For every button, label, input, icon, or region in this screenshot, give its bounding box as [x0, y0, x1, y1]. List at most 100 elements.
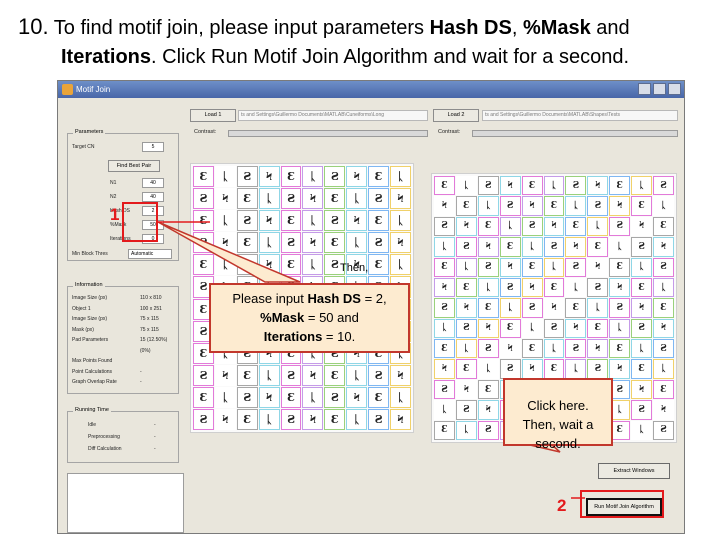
motif-thumbnail: Ɛ: [280, 254, 302, 276]
motif-thumbnail: Ϟ: [390, 232, 411, 254]
motif-thumbnail: Ɛ: [631, 359, 653, 379]
motif-thumbnail: Ϟ: [521, 196, 543, 216]
parameter-input[interactable]: 40: [142, 178, 164, 188]
motif-thumbnail: ᚳ: [631, 420, 653, 440]
motif-thumbnail: Ɛ: [236, 408, 258, 430]
motif-thumbnail: Ɛ: [455, 196, 477, 216]
motif-thumbnail: Ƨ: [236, 166, 258, 188]
motif-thumbnail: ᚳ: [346, 364, 368, 386]
contrast-slider-2[interactable]: [472, 130, 678, 137]
motif-thumbnail: Ƨ: [368, 232, 390, 254]
motif-thumbnail: Ƨ: [543, 318, 565, 339]
motif-thumbnail: Ɛ: [653, 379, 674, 400]
motif-thumbnail: Ϟ: [477, 400, 499, 420]
motif-thumbnail: Ɛ: [477, 298, 499, 318]
motif-thumbnail: Ƨ: [587, 359, 609, 379]
window-titlebar: Motif Join: [58, 81, 684, 98]
motif-thumbnail: Ϟ: [434, 196, 455, 216]
motif-thumbnail: Ɛ: [653, 298, 674, 318]
motif-thumbnail: ᚳ: [455, 176, 477, 196]
motif-thumbnail: Ϟ: [258, 210, 280, 232]
motif-thumbnail: Ƨ: [324, 166, 346, 188]
motif-thumbnail: Ϟ: [477, 318, 499, 339]
motif-thumbnail: Ϟ: [214, 408, 236, 430]
motif-thumbnail: Ɛ: [653, 216, 674, 237]
load-2-button[interactable]: Load 2: [433, 109, 479, 122]
motif-thumbnail: Ϟ: [214, 232, 236, 254]
window-title: Motif Join: [76, 85, 111, 94]
motif-thumbnail: Ƨ: [193, 408, 214, 430]
info-label: Image Size (px): [72, 316, 108, 322]
motif-thumbnail: Ϟ: [521, 277, 543, 298]
motif-thumbnail: Ϟ: [258, 166, 280, 188]
motif-thumbnail: Ϟ: [477, 237, 499, 257]
info-value: 75 x 115: [140, 326, 159, 333]
extract-windows-button[interactable]: Extract Windows: [598, 463, 670, 479]
running-time-label: Idle: [88, 422, 97, 428]
motif-thumbnail: ᚳ: [609, 237, 631, 257]
motif-thumbnail: Ɛ: [236, 188, 258, 210]
motif-thumbnail: Ɛ: [280, 386, 302, 408]
motif-thumbnail: Ϟ: [390, 408, 411, 430]
motif-thumbnail: Ƨ: [477, 339, 499, 359]
motif-thumbnail: Ϟ: [258, 254, 280, 276]
motif-thumbnail: ᚳ: [477, 359, 499, 379]
info-label: Point Calculations: [72, 368, 113, 375]
motif-thumbnail: Ƨ: [280, 364, 302, 386]
motif-thumbnail: ᚳ: [543, 257, 565, 277]
contrast-label-2: Contrast:: [438, 129, 461, 135]
motif-thumbnail: ᚳ: [631, 176, 653, 196]
contrast-slider-1[interactable]: [228, 130, 428, 137]
motif-thumbnail: Ƨ: [653, 176, 674, 196]
parameter-input[interactable]: 40: [142, 192, 164, 202]
motif-thumbnail: Ɛ: [368, 254, 390, 276]
parameters-panel-title: Parameters: [73, 129, 106, 135]
motif-thumbnail: Ϟ: [434, 359, 455, 379]
path-field-2[interactable]: ts and Settings\Guillermo Documents\MATL…: [482, 110, 678, 121]
motif-thumbnail: Ϟ: [609, 359, 631, 379]
motif-thumbnail: Ƨ: [609, 216, 631, 237]
motif-thumbnail: Ƨ: [434, 216, 455, 237]
motif-thumbnail: Ƨ: [653, 339, 674, 359]
motif-thumbnail: Ɛ: [521, 339, 543, 359]
motif-thumbnail: ᚳ: [455, 420, 477, 440]
motif-thumbnail: ᚳ: [434, 318, 455, 339]
load-1-button[interactable]: Load 1: [190, 109, 236, 122]
info-label: Mask (px): [72, 326, 94, 333]
motif-thumbnail: Ƨ: [477, 420, 499, 440]
min-block-threshold-select[interactable]: Automatic: [128, 249, 172, 259]
close-icon[interactable]: [668, 83, 681, 95]
motif-thumbnail: Ɛ: [631, 196, 653, 216]
motif-thumbnail: ᚳ: [346, 232, 368, 254]
motif-thumbnail: Ϟ: [631, 379, 653, 400]
motif-thumbnail: Ϟ: [543, 298, 565, 318]
motif-thumbnail: Ƨ: [631, 318, 653, 339]
motif-thumbnail: Ɛ: [434, 176, 455, 196]
info-label: Pad Parameters: [72, 337, 109, 343]
motif-thumbnail: ᚳ: [499, 216, 521, 237]
target-cn-input[interactable]: 5: [142, 142, 164, 152]
minimize-icon[interactable]: [638, 83, 651, 95]
motif-thumbnail: Ϟ: [521, 359, 543, 379]
motif-thumbnail: Ϟ: [214, 188, 236, 210]
motif-thumbnail: ᚳ: [346, 408, 368, 430]
motif-thumbnail: Ϟ: [587, 257, 609, 277]
maximize-icon[interactable]: [653, 83, 666, 95]
motif-thumbnail: ᚳ: [258, 188, 280, 210]
motif-thumbnail: ᚳ: [455, 257, 477, 277]
motif-thumbnail: Ϟ: [631, 216, 653, 237]
marker-2: 2: [557, 496, 567, 515]
find-best-pair-button[interactable]: Find Best Pair: [108, 160, 160, 172]
motif-thumbnail: Ƨ: [631, 400, 653, 420]
motif-thumbnail: Ƨ: [653, 420, 674, 440]
motif-thumbnail: ᚳ: [302, 166, 324, 188]
motif-thumbnail: Ϟ: [653, 318, 674, 339]
motif-thumbnail: Ϟ: [390, 188, 411, 210]
motif-thumbnail: ᚳ: [653, 359, 674, 379]
path-field-1[interactable]: ts and Settings\Guillermo Documents\MATL…: [238, 110, 428, 121]
motif-thumbnail: Ƨ: [193, 232, 214, 254]
motif-thumbnail: Ϟ: [302, 232, 324, 254]
instruction-callout-1: Please input Hash DS = 2, %Mask = 50 and…: [209, 283, 410, 353]
motif-thumbnail: ᚳ: [434, 237, 455, 257]
info-value: (0%): [140, 347, 151, 354]
